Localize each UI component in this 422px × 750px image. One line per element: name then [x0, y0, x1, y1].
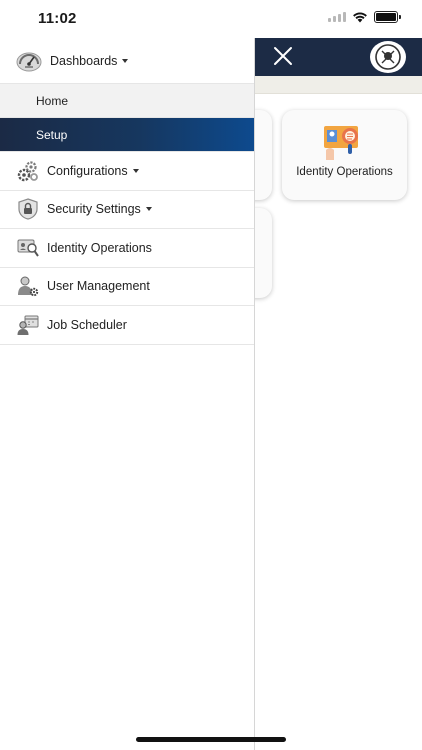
menu-item-configurations[interactable]: Configurations — [0, 152, 254, 191]
gears-icon — [17, 161, 38, 181]
navigation-drawer: Dashboards Home Setup Configurations Sec… — [0, 38, 255, 750]
battery-icon — [374, 11, 401, 23]
menu-item-job-scheduler[interactable]: Job Scheduler — [0, 306, 254, 345]
wifi-icon — [353, 12, 367, 23]
home-indicator[interactable] — [136, 737, 286, 742]
status-time: 11:02 — [38, 10, 77, 27]
menu-item-label: Job Scheduler — [47, 317, 127, 332]
submenu-item-label: Home — [36, 93, 69, 108]
chevron-down-icon — [145, 207, 152, 212]
identity-operations-icon — [324, 126, 358, 160]
shield-lock-icon — [18, 198, 38, 220]
menu-item-dashboards[interactable]: Dashboards — [0, 38, 254, 84]
brand-logo — [370, 41, 406, 73]
submenu-item-home[interactable]: Home — [0, 84, 254, 118]
status-icons — [328, 11, 401, 23]
gauge-icon — [16, 52, 42, 71]
user-gear-icon — [18, 276, 39, 297]
chevron-down-icon — [132, 168, 139, 173]
menu-item-label: Identity Operations — [47, 240, 152, 255]
cellular-signal-icon — [328, 12, 346, 22]
chevron-down-icon — [122, 58, 129, 63]
submenu-item-label: Setup — [36, 127, 68, 142]
id-card-icon — [17, 239, 39, 257]
menu-item-label: Configurations — [47, 163, 128, 178]
identity-operations-tile[interactable]: Identity Operations — [282, 110, 407, 200]
tile-label: Identity Operations — [296, 166, 393, 178]
close-icon[interactable] — [272, 45, 294, 67]
menu-item-label: Dashboards — [50, 53, 118, 68]
logo-emblem-icon — [375, 44, 401, 70]
status-bar: 11:02 — [0, 0, 422, 38]
menu-item-user-management[interactable]: User Management — [0, 268, 254, 306]
menu-item-label: User Management — [47, 279, 150, 294]
menu-item-label: Security Settings — [47, 202, 141, 217]
calendar-user-icon — [17, 315, 39, 335]
menu-item-security-settings[interactable]: Security Settings — [0, 191, 254, 229]
submenu-item-setup[interactable]: Setup — [0, 118, 254, 152]
menu-item-identity-operations[interactable]: Identity Operations — [0, 229, 254, 268]
